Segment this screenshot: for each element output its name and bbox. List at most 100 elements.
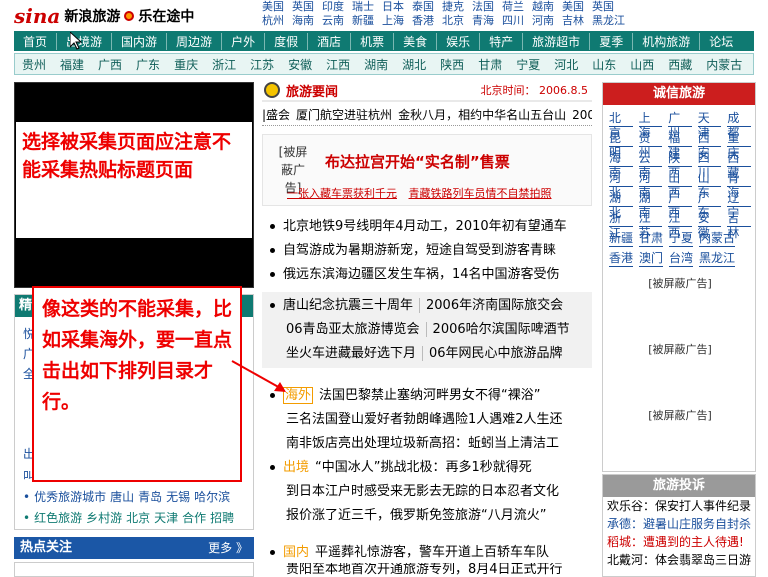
province-link[interactable]: 山西 xyxy=(623,56,661,73)
destination-link[interactable]: 新疆 xyxy=(352,14,374,28)
trusted-city-link[interactable]: 成都 xyxy=(727,111,751,140)
province-link[interactable]: 江苏 xyxy=(243,56,281,73)
left-link[interactable]: 哈尔滨 xyxy=(194,490,230,504)
destination-link[interactable]: 杭州 xyxy=(262,14,284,28)
destination-link[interactable]: 美国 xyxy=(262,0,284,14)
trusted-city-link[interactable]: 海南 xyxy=(609,151,633,180)
destination-link[interactable]: 青海 xyxy=(472,14,494,28)
left-link[interactable]: 红色旅游 xyxy=(34,511,82,525)
province-link[interactable]: 内蒙古 xyxy=(699,56,749,73)
trusted-city-link[interactable]: 河北 xyxy=(609,171,633,200)
ticker-link[interactable]: |盛会 xyxy=(262,108,290,122)
province-link[interactable]: 西藏 xyxy=(661,56,699,73)
event-link[interactable]: 坐火车进藏最好选下月 xyxy=(286,346,424,361)
trusted-city-link[interactable]: 山西 xyxy=(668,171,692,200)
province-link[interactable]: 广东 xyxy=(129,56,167,73)
ticker-link[interactable]: 2006 xyxy=(572,108,592,122)
sina-travel-logo[interactable]: sina 新浪旅游 乐在途中 xyxy=(14,4,194,28)
event-link[interactable]: 2006年济南国际旅交会 xyxy=(426,298,563,313)
trusted-city-link[interactable]: 黑龙江 xyxy=(699,251,736,267)
trusted-city-link[interactable]: 湖北 xyxy=(609,191,633,220)
destination-link[interactable]: 越南 xyxy=(532,0,554,14)
destination-link[interactable]: 河南 xyxy=(532,14,554,28)
province-link[interactable]: 甘肃 xyxy=(471,56,509,73)
trusted-city-link[interactable]: 江苏 xyxy=(638,211,663,240)
complaint-link[interactable]: 北戴河：体会翡翠岛三日游 xyxy=(603,551,755,569)
trusted-city-link[interactable]: 云南 xyxy=(638,151,663,180)
left-link[interactable]: 优秀旅游城市 xyxy=(34,490,106,504)
destination-link[interactable]: 美国 xyxy=(562,0,584,14)
news-link[interactable]: 到日本江户时感受来无影去无踪的日本忍者文化 xyxy=(286,484,559,499)
trusted-city-link[interactable]: 四川 xyxy=(697,151,722,180)
news-link[interactable]: 平遥葬礼惊游客，警车开道上百轿车车队 xyxy=(315,545,549,560)
nav-item[interactable]: 出境游 xyxy=(57,32,113,50)
complaint-link[interactable]: 承德：避暑山庄服务自封杀 xyxy=(603,515,755,533)
trusted-city-link[interactable]: 浙江 xyxy=(609,211,633,240)
category-tag-outbound[interactable]: 出境 xyxy=(283,460,309,475)
left-link[interactable]: 唐山 xyxy=(110,490,134,504)
trusted-city-link[interactable]: 上海 xyxy=(638,111,663,140)
nav-item[interactable]: 周边游 xyxy=(167,32,223,50)
complaint-link[interactable]: 稻城：遭遇到的主人待遇! xyxy=(603,533,755,551)
destination-link[interactable]: 法国 xyxy=(472,0,494,14)
trusted-city-link[interactable]: 福建 xyxy=(668,131,692,160)
nav-item[interactable]: 机构旅游 xyxy=(633,32,701,50)
destination-link[interactable]: 印度 xyxy=(322,0,344,14)
destination-link[interactable]: 吉林 xyxy=(562,14,584,28)
trusted-city-link[interactable]: 重庆 xyxy=(727,131,751,160)
nav-item[interactable]: 娱乐 xyxy=(437,32,481,50)
destination-link[interactable]: 瑞士 xyxy=(352,0,374,14)
nav-item[interactable]: 国内游 xyxy=(112,32,168,50)
destination-link[interactable]: 英国 xyxy=(292,0,314,14)
destination-link[interactable]: 香港 xyxy=(412,14,434,28)
headline-link[interactable]: 布达拉宫开始“实名制”售票 xyxy=(325,151,510,172)
news-link[interactable]: 贵阳至本地首次开通旅游专列，8月4日正式开行 xyxy=(286,563,563,577)
destination-link[interactable]: 上海 xyxy=(382,14,404,28)
province-link[interactable]: 宁夏 xyxy=(509,56,547,73)
left-link[interactable]: 天津 xyxy=(154,511,178,525)
destination-link[interactable]: 四川 xyxy=(502,14,524,28)
province-link[interactable]: 陕西 xyxy=(433,56,471,73)
left-link[interactable]: 招聘 xyxy=(210,511,234,525)
trusted-city-link[interactable]: 广西 xyxy=(668,191,692,220)
nav-item[interactable]: 首页 xyxy=(14,32,58,50)
trusted-city-link[interactable]: 陕西 xyxy=(668,151,692,180)
province-link[interactable]: 湖南 xyxy=(357,56,395,73)
event-link[interactable]: 唐山纪念抗震三十周年 xyxy=(283,298,421,313)
event-link[interactable]: 06青岛亚太旅游博览会 xyxy=(286,322,427,337)
ticker-link[interactable]: 厦门航空进驻杭州 xyxy=(296,108,392,122)
trusted-city-link[interactable]: 北京 xyxy=(609,111,633,140)
trusted-city-link[interactable]: 昆明 xyxy=(609,131,633,160)
trusted-city-link[interactable]: 广州 xyxy=(668,111,692,140)
news-link[interactable]: 自驾游成为暑期游新宠，短途自驾受到游客青睐 xyxy=(283,243,556,258)
trusted-city-link[interactable]: 江西 xyxy=(668,211,692,240)
nav-item[interactable]: 户外 xyxy=(222,32,266,50)
destination-link[interactable]: 荷兰 xyxy=(502,0,524,14)
province-link[interactable]: 河北 xyxy=(547,56,585,73)
trusted-city-link[interactable]: 贵州 xyxy=(638,131,663,160)
destination-link[interactable]: 北京 xyxy=(442,14,464,28)
nav-item[interactable]: 酒店 xyxy=(308,32,352,50)
nav-item[interactable]: 夏季 xyxy=(590,32,634,50)
province-link[interactable]: 安徽 xyxy=(281,56,319,73)
trusted-city-link[interactable]: 河南 xyxy=(638,171,663,200)
left-link[interactable]: 无锡 xyxy=(166,490,190,504)
destination-link[interactable]: 云南 xyxy=(322,14,344,28)
category-tag-domestic[interactable]: 国内 xyxy=(283,545,309,560)
trusted-city-link[interactable]: 山东 xyxy=(697,171,722,200)
destination-link[interactable]: 泰国 xyxy=(412,0,434,14)
trusted-city-link[interactable]: 西安 xyxy=(697,131,722,160)
trusted-city-link[interactable]: 澳门 xyxy=(639,251,664,267)
left-link[interactable]: 合作 xyxy=(182,511,206,525)
news-link[interactable]: 北京地铁9号线明年4月动工，2010年初有望通车 xyxy=(283,219,567,234)
trusted-city-link[interactable]: 香港 xyxy=(609,251,634,267)
event-link[interactable]: 06年网民心中旅游品牌 xyxy=(429,346,563,361)
destination-link[interactable]: 日本 xyxy=(382,0,404,14)
province-link[interactable]: 福建 xyxy=(53,56,91,73)
trusted-city-link[interactable]: 宁夏 xyxy=(669,231,694,247)
left-link[interactable]: 乡村游 xyxy=(86,511,122,525)
province-link[interactable]: 湖北 xyxy=(395,56,433,73)
complaint-link[interactable]: 欢乐谷：保安打人事件纪录 xyxy=(603,497,755,515)
trusted-city-link[interactable]: 西藏 xyxy=(727,151,751,180)
nav-item[interactable]: 特产 xyxy=(480,32,524,50)
